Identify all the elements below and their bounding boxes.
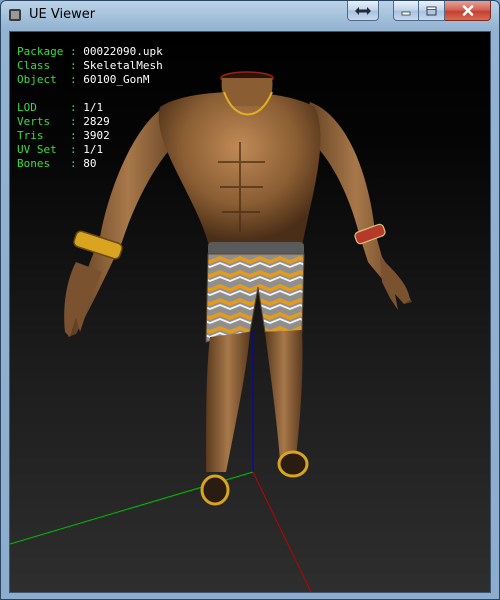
info-row-uvset: UV Set : 1/1 xyxy=(17,143,104,156)
lod-value: 1/1 xyxy=(83,101,104,114)
info-row-bones: Bones : 80 xyxy=(17,157,97,170)
uvset-value: 1/1 xyxy=(83,143,104,156)
right-leg xyxy=(265,330,303,460)
app-window: UE Viewer Package: 00022090.upk Class:… xyxy=(0,0,500,600)
package-label: Package xyxy=(17,45,64,58)
minimize-icon xyxy=(401,11,411,15)
minimize-button[interactable] xyxy=(393,1,419,21)
object-value: 60100_GonM xyxy=(83,73,150,86)
shorts xyxy=(205,253,305,343)
window-title: UE Viewer xyxy=(29,7,96,22)
close-button[interactable] xyxy=(445,1,491,21)
title-bar[interactable]: UE Viewer xyxy=(1,1,499,31)
verts-label: Verts xyxy=(17,115,51,128)
info-row-tris: Tris : 3902 xyxy=(17,129,110,142)
info-row-class: Class : SkeletalMesh xyxy=(17,59,163,72)
info-row-package: Package : 00022090.upk xyxy=(17,45,163,58)
class-label: Class xyxy=(17,59,51,72)
fullscreen-button[interactable] xyxy=(347,1,379,21)
info-row-lod: LOD : 1/1 xyxy=(17,101,104,114)
uvset-label: UV Set xyxy=(17,143,57,156)
3d-viewport[interactable]: Package : 00022090.upk Class : SkeletalMe… xyxy=(9,31,491,593)
double-arrow-icon xyxy=(355,6,371,15)
lod-label: LOD xyxy=(17,101,37,114)
maximize-icon xyxy=(426,6,437,15)
tris-label: Tris xyxy=(17,129,44,142)
right-sandal xyxy=(277,450,309,478)
axis-x-line xyxy=(252,471,312,592)
left-sandal xyxy=(200,474,230,506)
app-icon xyxy=(9,9,21,21)
close-icon xyxy=(462,5,473,16)
bones-value: 80 xyxy=(83,157,97,170)
tris-value: 3902 xyxy=(83,129,110,142)
bones-label: Bones xyxy=(17,157,51,170)
package-value: 00022090.upk xyxy=(83,45,163,58)
right-hand xyxy=(380,257,410,310)
object-label: Object xyxy=(17,73,57,86)
info-row-object: Object : 60100_GonM xyxy=(17,73,150,86)
maximize-button[interactable] xyxy=(419,1,445,21)
info-row-verts: Verts : 2829 xyxy=(17,115,110,128)
mesh-info-overlay: Package : 00022090.upk Class : SkeletalMe… xyxy=(17,45,163,171)
left-hand xyxy=(64,262,102,337)
verts-value: 2829 xyxy=(83,115,110,128)
class-value: SkeletalMesh xyxy=(83,59,163,72)
left-leg xyxy=(206,332,250,472)
